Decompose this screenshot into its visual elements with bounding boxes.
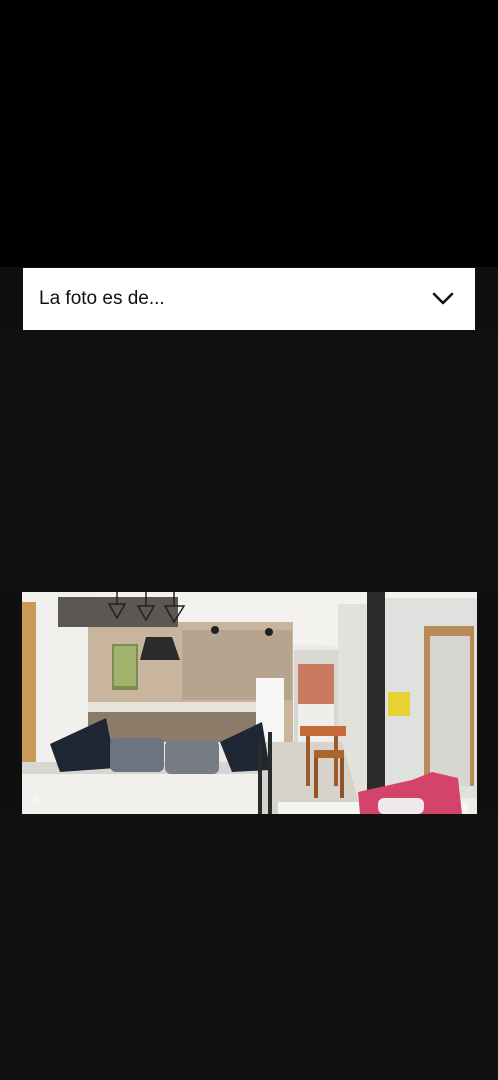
room-photo: ☘ … [22, 592, 477, 814]
dropdown-label: La foto es de... [39, 288, 165, 309]
bottom-dark-area [0, 814, 498, 1080]
top-dark-area [0, 0, 498, 267]
chevron-down-icon [432, 292, 454, 305]
photo-watermark: ☘ … [30, 796, 55, 808]
middle-dark-area [0, 330, 498, 592]
photo-category-dropdown[interactable]: La foto es de... [23, 268, 475, 330]
